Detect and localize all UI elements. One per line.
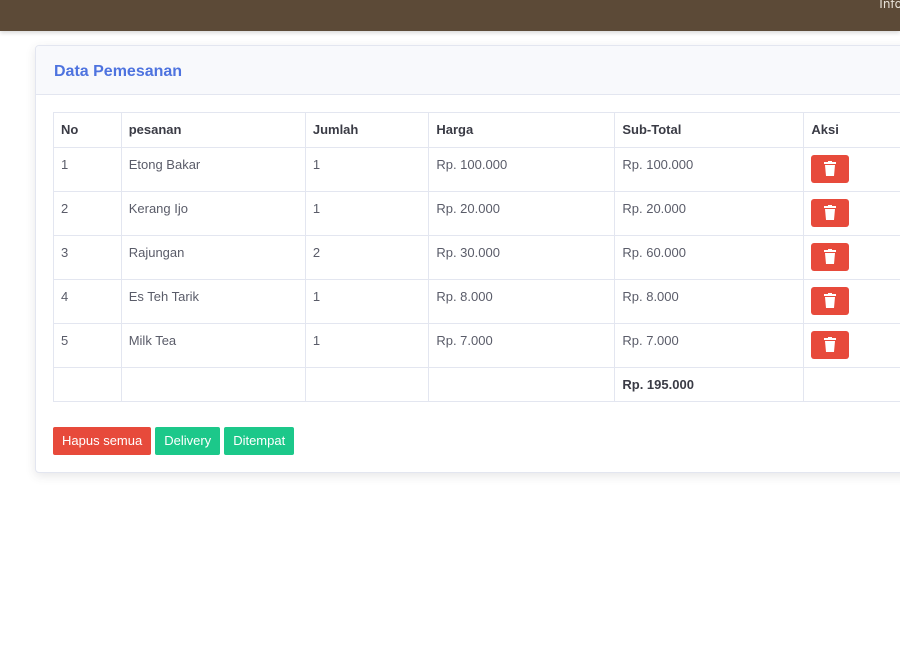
- header-subtotal: Sub-Total: [614, 112, 805, 148]
- table-row: 2 Kerang Ijo 1 Rp. 20.000 Rp. 20.000: [53, 191, 900, 236]
- grand-total: Rp. 195.000: [614, 367, 805, 402]
- cell-aksi: [803, 191, 900, 236]
- cell-harga: Rp. 20.000: [428, 191, 616, 236]
- cell-pesanan: Milk Tea: [120, 323, 306, 368]
- trash-icon: [824, 249, 837, 264]
- card-title: Data Pemesanan: [54, 63, 183, 80]
- trash-icon: [824, 337, 837, 352]
- empty-cell: [120, 367, 306, 402]
- cell-harga: Rp. 100.000: [428, 147, 616, 192]
- cell-no: 4: [53, 279, 122, 324]
- hapus-semua-button[interactable]: Hapus semua: [53, 427, 152, 455]
- table-row: 3 Rajungan 2 Rp. 30.000 Rp. 60.000: [53, 235, 900, 280]
- cell-aksi: [803, 147, 900, 192]
- cell-jumlah: 1: [304, 323, 430, 368]
- cell-jumlah: 1: [304, 147, 430, 192]
- cell-subtotal: Rp. 8.000: [614, 279, 805, 324]
- cell-subtotal: Rp. 20.000: [614, 191, 805, 236]
- cell-aksi: [803, 235, 900, 280]
- table-header-row: No pesanan Jumlah Harga Sub-Total Aksi: [53, 112, 900, 148]
- cell-harga: Rp. 8.000: [428, 279, 616, 324]
- cell-harga: Rp. 30.000: [428, 235, 616, 280]
- empty-cell: [53, 367, 122, 402]
- trash-icon: [824, 293, 837, 308]
- empty-cell: [803, 367, 900, 402]
- top-navbar: Info: [0, 0, 900, 31]
- orders-table: No pesanan Jumlah Harga Sub-Total Aksi 1…: [53, 112, 900, 402]
- delete-button[interactable]: [811, 199, 850, 227]
- ditempat-button[interactable]: Ditempat: [224, 427, 295, 455]
- cell-aksi: [803, 279, 900, 324]
- cell-aksi: [803, 323, 900, 368]
- cell-pesanan: Es Teh Tarik: [120, 279, 306, 324]
- delete-button[interactable]: [811, 287, 850, 315]
- empty-cell: [428, 367, 616, 402]
- cell-subtotal: Rp. 100.000: [614, 147, 805, 192]
- cell-no: 3: [53, 235, 122, 280]
- delete-button[interactable]: [811, 331, 850, 359]
- orders-card: Data Pemesanan No pesanan Jumlah Harga S…: [35, 45, 900, 473]
- cell-no: 5: [53, 323, 122, 368]
- header-no: No: [53, 112, 122, 148]
- header-harga: Harga: [428, 112, 616, 148]
- cell-jumlah: 2: [304, 235, 430, 280]
- cell-no: 2: [53, 191, 122, 236]
- trash-icon: [824, 205, 837, 220]
- delivery-button[interactable]: Delivery: [155, 427, 221, 455]
- cell-pesanan: Rajungan: [120, 235, 306, 280]
- table-row: 1 Etong Bakar 1 Rp. 100.000 Rp. 100.000: [53, 147, 900, 192]
- header-pesanan: pesanan: [120, 112, 306, 148]
- cell-harga: Rp. 7.000: [428, 323, 616, 368]
- cell-subtotal: Rp. 7.000: [614, 323, 805, 368]
- trash-icon: [824, 161, 837, 176]
- cell-pesanan: Etong Bakar: [120, 147, 306, 192]
- table-row: 5 Milk Tea 1 Rp. 7.000 Rp. 7.000: [53, 323, 900, 368]
- cell-pesanan: Kerang Ijo: [120, 191, 306, 236]
- action-buttons: Hapus semua Delivery Ditempat: [53, 427, 295, 455]
- delete-button[interactable]: [811, 155, 850, 183]
- delete-button[interactable]: [811, 243, 850, 271]
- header-jumlah: Jumlah: [304, 112, 430, 148]
- table-row: 4 Es Teh Tarik 1 Rp. 8.000 Rp. 8.000: [53, 279, 900, 324]
- cell-subtotal: Rp. 60.000: [614, 235, 805, 280]
- cell-jumlah: 1: [304, 279, 430, 324]
- topbar-info-text[interactable]: Info: [879, 0, 900, 11]
- total-row: Rp. 195.000: [53, 367, 900, 402]
- empty-cell: [304, 367, 430, 402]
- header-aksi: Aksi: [803, 112, 900, 148]
- cell-no: 1: [53, 147, 122, 192]
- card-header: Data Pemesanan: [36, 46, 900, 95]
- cell-jumlah: 1: [304, 191, 430, 236]
